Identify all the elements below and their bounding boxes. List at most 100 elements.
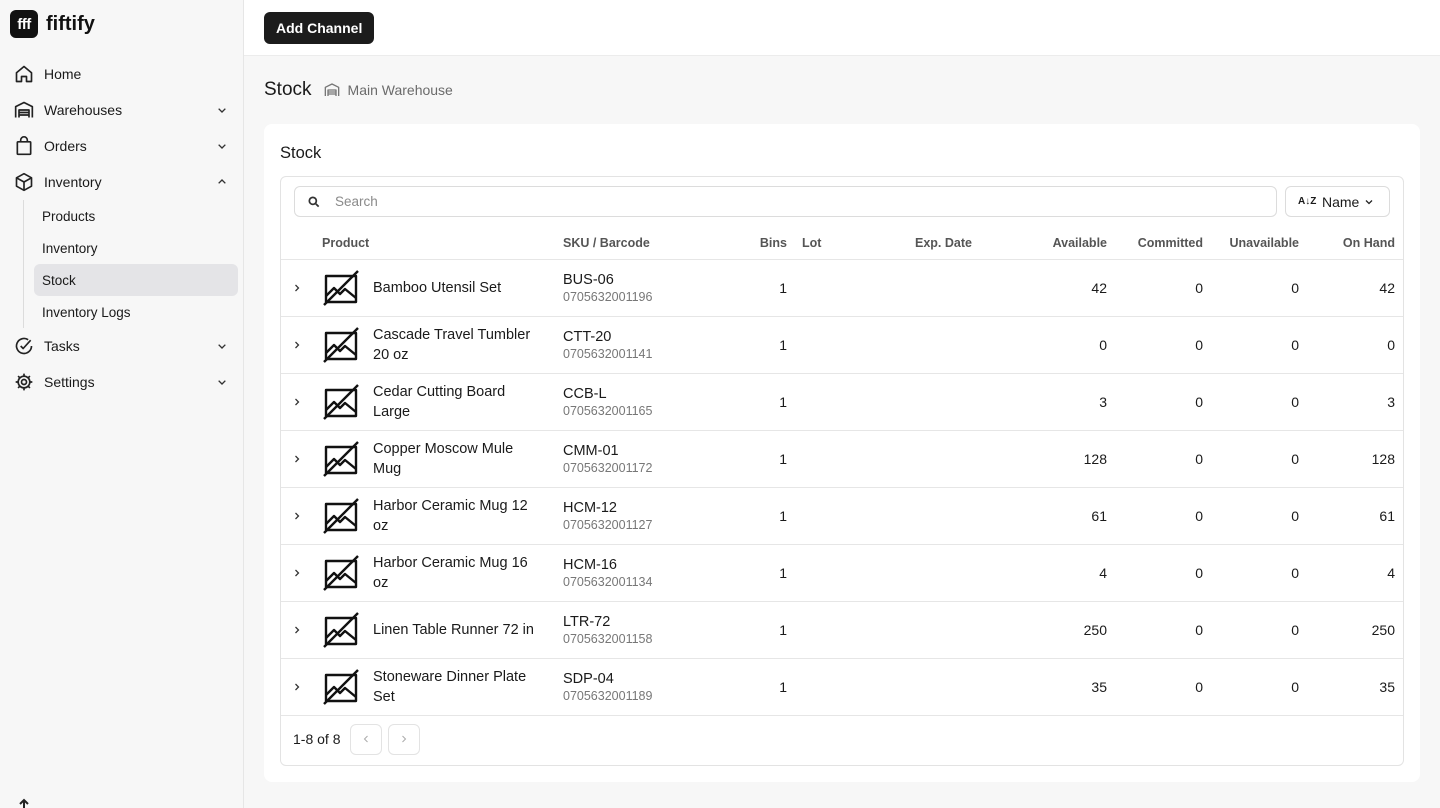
col-available[interactable]: Available bbox=[997, 227, 1107, 260]
shopping-bag-icon bbox=[14, 136, 34, 156]
chevron-right-icon[interactable] bbox=[291, 282, 303, 294]
sidebar-item-orders[interactable]: Orders bbox=[10, 128, 238, 164]
exp-date bbox=[897, 373, 997, 431]
table-row[interactable]: Harbor Ceramic Mug 12 oz HCM-12 07056320… bbox=[281, 487, 1403, 545]
col-unavailable[interactable]: Unavailable bbox=[1203, 227, 1299, 260]
product-cell: Stoneware Dinner Plate Set bbox=[313, 667, 563, 707]
product-name[interactable]: Linen Table Runner 72 in bbox=[373, 620, 543, 640]
next-page-button[interactable] bbox=[388, 723, 421, 755]
product-name[interactable]: Cedar Cutting Board Large bbox=[373, 382, 543, 422]
table-row[interactable]: Copper Moscow Mule Mug CMM-01 0705632001… bbox=[281, 430, 1403, 488]
image-placeholder-icon bbox=[323, 497, 359, 534]
col-product[interactable]: Product bbox=[313, 227, 563, 260]
committed: 0 bbox=[1107, 658, 1203, 716]
sidebar-subitem-inventory[interactable]: Inventory bbox=[34, 232, 238, 264]
sidebar-subitem-inventory-logs[interactable]: Inventory Logs bbox=[34, 296, 238, 328]
barcode: 0705632001189 bbox=[563, 688, 653, 703]
sort-button[interactable]: A↓Z Name bbox=[1285, 186, 1390, 217]
box-icon bbox=[14, 172, 34, 192]
chevron-down-icon bbox=[218, 344, 226, 349]
table-row[interactable]: Harbor Ceramic Mug 16 oz HCM-16 07056320… bbox=[281, 544, 1403, 602]
sidebar-subitem-stock[interactable]: Stock bbox=[34, 264, 238, 296]
exp-date bbox=[897, 316, 997, 374]
product-name[interactable]: Harbor Ceramic Mug 16 oz bbox=[373, 553, 543, 593]
table-toolbar: A↓Z Name bbox=[281, 177, 1403, 227]
col-bins[interactable]: Bins bbox=[723, 227, 787, 260]
unavailable: 0 bbox=[1203, 430, 1299, 488]
chevron-right-icon[interactable] bbox=[291, 339, 303, 351]
bins: 1 bbox=[723, 658, 787, 716]
product-cell: Cascade Travel Tumbler 20 oz bbox=[313, 325, 563, 365]
col-exp-date[interactable]: Exp. Date bbox=[897, 227, 997, 260]
sidebar-item-home[interactable]: Home bbox=[10, 56, 238, 92]
on-hand: 42 bbox=[1299, 259, 1403, 317]
committed: 0 bbox=[1107, 316, 1203, 374]
sidebar-item-warehouses[interactable]: Warehouses bbox=[10, 92, 238, 128]
table-row[interactable]: Linen Table Runner 72 in LTR-72 07056320… bbox=[281, 601, 1403, 659]
sidebar-item-label: Warehouses bbox=[44, 102, 123, 118]
chevron-down-icon bbox=[218, 108, 226, 113]
chevron-right-icon[interactable] bbox=[291, 681, 303, 693]
sku: SDP-04 bbox=[563, 670, 614, 687]
available: 250 bbox=[997, 601, 1107, 659]
image-placeholder-icon bbox=[323, 326, 359, 363]
table-row[interactable]: Cascade Travel Tumbler 20 oz CTT-20 0705… bbox=[281, 316, 1403, 374]
logo: fff bbox=[10, 10, 38, 38]
lot bbox=[787, 430, 897, 488]
col-on-hand[interactable]: On Hand bbox=[1299, 227, 1403, 260]
on-hand: 35 bbox=[1299, 658, 1403, 716]
sidebar-subitem-products[interactable]: Products bbox=[34, 200, 238, 232]
exp-date bbox=[897, 658, 997, 716]
warehouse-icon bbox=[14, 100, 34, 120]
available: 35 bbox=[997, 658, 1107, 716]
committed: 0 bbox=[1107, 259, 1203, 317]
topbar: Add Channel bbox=[244, 0, 1440, 56]
lot bbox=[787, 601, 897, 659]
chevron-right-icon bbox=[402, 735, 407, 743]
pagination-count: 1-8 of 8 bbox=[293, 731, 341, 747]
col-sku[interactable]: SKU / Barcode bbox=[563, 227, 723, 260]
chevron-right-icon[interactable] bbox=[291, 567, 303, 579]
available: 3 bbox=[997, 373, 1107, 431]
col-lot[interactable]: Lot bbox=[787, 227, 897, 260]
add-channel-button[interactable]: Add Channel bbox=[264, 12, 375, 44]
search-box[interactable] bbox=[294, 186, 1277, 217]
col-committed[interactable]: Committed bbox=[1107, 227, 1203, 260]
warehouse-name[interactable]: Main Warehouse bbox=[348, 82, 453, 98]
lot bbox=[787, 487, 897, 545]
sidebar: fff fiftify Home Warehouses Orders Inven… bbox=[0, 0, 244, 808]
prev-page-button[interactable] bbox=[350, 723, 383, 755]
sidebar-item-tasks[interactable]: Tasks bbox=[10, 328, 238, 364]
chevron-right-icon[interactable] bbox=[291, 396, 303, 408]
chevron-right-icon[interactable] bbox=[291, 624, 303, 636]
image-placeholder-icon bbox=[323, 611, 359, 648]
sidebar-item-label: Inventory bbox=[44, 174, 102, 190]
product-cell: Linen Table Runner 72 in bbox=[313, 611, 563, 648]
page-title: Stock bbox=[264, 79, 312, 100]
stock-card: Stock A↓Z Name Product bbox=[264, 124, 1420, 782]
chevron-right-icon[interactable] bbox=[291, 510, 303, 522]
product-name[interactable]: Bamboo Utensil Set bbox=[373, 278, 543, 298]
table-row[interactable]: Bamboo Utensil Set BUS-06 0705632001196 … bbox=[281, 259, 1403, 317]
brand[interactable]: fff fiftify bbox=[10, 10, 95, 38]
sidebar-item-inventory[interactable]: Inventory bbox=[10, 164, 238, 200]
sku: CCB-L bbox=[563, 385, 607, 402]
product-name[interactable]: Stoneware Dinner Plate Set bbox=[373, 667, 543, 707]
product-name[interactable]: Copper Moscow Mule Mug bbox=[373, 439, 543, 479]
committed: 0 bbox=[1107, 601, 1203, 659]
sidebar-item-settings[interactable]: Settings bbox=[10, 364, 238, 400]
barcode: 0705632001172 bbox=[563, 460, 653, 475]
chevron-right-icon[interactable] bbox=[291, 453, 303, 465]
unavailable: 0 bbox=[1203, 658, 1299, 716]
available: 128 bbox=[997, 430, 1107, 488]
table-row[interactable]: Stoneware Dinner Plate Set SDP-04 070563… bbox=[281, 658, 1403, 716]
product-name[interactable]: Harbor Ceramic Mug 12 oz bbox=[373, 496, 543, 536]
committed: 0 bbox=[1107, 487, 1203, 545]
on-hand: 3 bbox=[1299, 373, 1403, 431]
unavailable: 0 bbox=[1203, 544, 1299, 602]
table-row[interactable]: Cedar Cutting Board Large CCB-L 07056320… bbox=[281, 373, 1403, 431]
arrow-up-icon[interactable] bbox=[18, 798, 30, 808]
bins: 1 bbox=[723, 601, 787, 659]
search-input[interactable] bbox=[335, 194, 1235, 209]
product-name[interactable]: Cascade Travel Tumbler 20 oz bbox=[373, 325, 543, 365]
